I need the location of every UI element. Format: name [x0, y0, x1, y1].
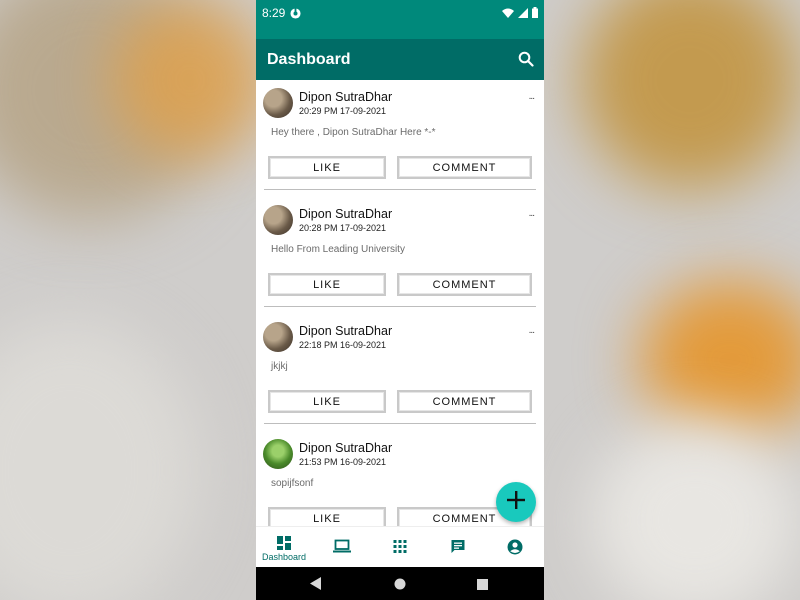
post-card: Dipon SutraDhar 22:18 PM 16-09-2021 ... …	[256, 314, 544, 431]
laptop-icon	[333, 539, 351, 558]
like-button[interactable]: LIKE	[268, 507, 386, 526]
post-author[interactable]: Dipon SutraDhar	[299, 207, 392, 221]
divider	[264, 306, 536, 307]
account-icon	[507, 539, 523, 560]
post-time: 20:29 PM 17-09-2021	[299, 106, 387, 116]
post-time: 21:53 PM 16-09-2021	[299, 457, 387, 467]
post-author[interactable]: Dipon SutraDhar	[299, 324, 392, 338]
post-feed[interactable]: Dipon SutraDhar 20:29 PM 17-09-2021 ... …	[256, 80, 544, 526]
post-content: Hello From Leading University	[271, 244, 405, 255]
post-author[interactable]: Dipon SutraDhar	[299, 90, 392, 104]
post-time: 22:18 PM 16-09-2021	[299, 340, 387, 350]
divider	[264, 423, 536, 424]
nav-dashboard-label: Dashboard	[261, 552, 307, 562]
nav-chat[interactable]	[430, 527, 486, 568]
nav-account[interactable]	[487, 527, 543, 568]
post-card: Dipon SutraDhar 20:28 PM 17-09-2021 ... …	[256, 197, 544, 314]
notification-icon	[290, 6, 301, 24]
nav-dashboard[interactable]: Dashboard	[256, 527, 312, 568]
status-time: 8:29	[262, 6, 286, 20]
back-icon[interactable]	[310, 577, 322, 595]
page-title: Dashboard	[267, 51, 351, 68]
comment-button[interactable]: COMMENT	[397, 273, 532, 296]
signal-icon	[518, 5, 528, 23]
post-content: jkjkj	[271, 361, 288, 372]
post-card: Dipon SutraDhar 20:29 PM 17-09-2021 ... …	[256, 80, 544, 197]
post-content: Hey there , Dipon SutraDhar Here *-*	[271, 127, 436, 138]
post-author[interactable]: Dipon SutraDhar	[299, 441, 392, 455]
avatar[interactable]	[263, 205, 293, 235]
avatar[interactable]	[263, 88, 293, 118]
bottom-navigation: Dashboard	[256, 526, 544, 568]
more-options-icon[interactable]: ...	[529, 325, 535, 336]
comment-button[interactable]: COMMENT	[397, 390, 532, 413]
nav-apps[interactable]	[372, 527, 428, 568]
like-button[interactable]: LIKE	[268, 156, 386, 179]
like-button[interactable]: LIKE	[268, 390, 386, 413]
chat-icon	[451, 539, 466, 559]
like-button[interactable]: LIKE	[268, 273, 386, 296]
battery-icon	[532, 5, 538, 23]
home-icon[interactable]	[394, 577, 406, 595]
status-bar: 8:29	[256, 0, 544, 39]
wifi-icon	[502, 5, 514, 23]
more-options-icon[interactable]: ...	[529, 208, 535, 219]
apps-grid-icon	[393, 540, 407, 558]
avatar[interactable]	[263, 322, 293, 352]
avatar[interactable]	[263, 439, 293, 469]
post-content: sopijfsonf	[271, 478, 314, 489]
add-post-button[interactable]	[496, 482, 536, 522]
phone-screen: 8:29 Dashboard Dipon SutraDhar 20:29 PM …	[256, 0, 544, 600]
app-bar: Dashboard	[256, 39, 544, 80]
divider	[264, 189, 536, 190]
system-navigation-bar	[256, 567, 544, 600]
post-time: 20:28 PM 17-09-2021	[299, 223, 387, 233]
nav-laptop[interactable]	[314, 527, 370, 568]
search-icon[interactable]	[518, 51, 534, 72]
plus-icon	[506, 490, 526, 515]
comment-button[interactable]: COMMENT	[397, 156, 532, 179]
more-options-icon[interactable]: ...	[529, 91, 535, 102]
recents-icon[interactable]	[477, 577, 488, 595]
